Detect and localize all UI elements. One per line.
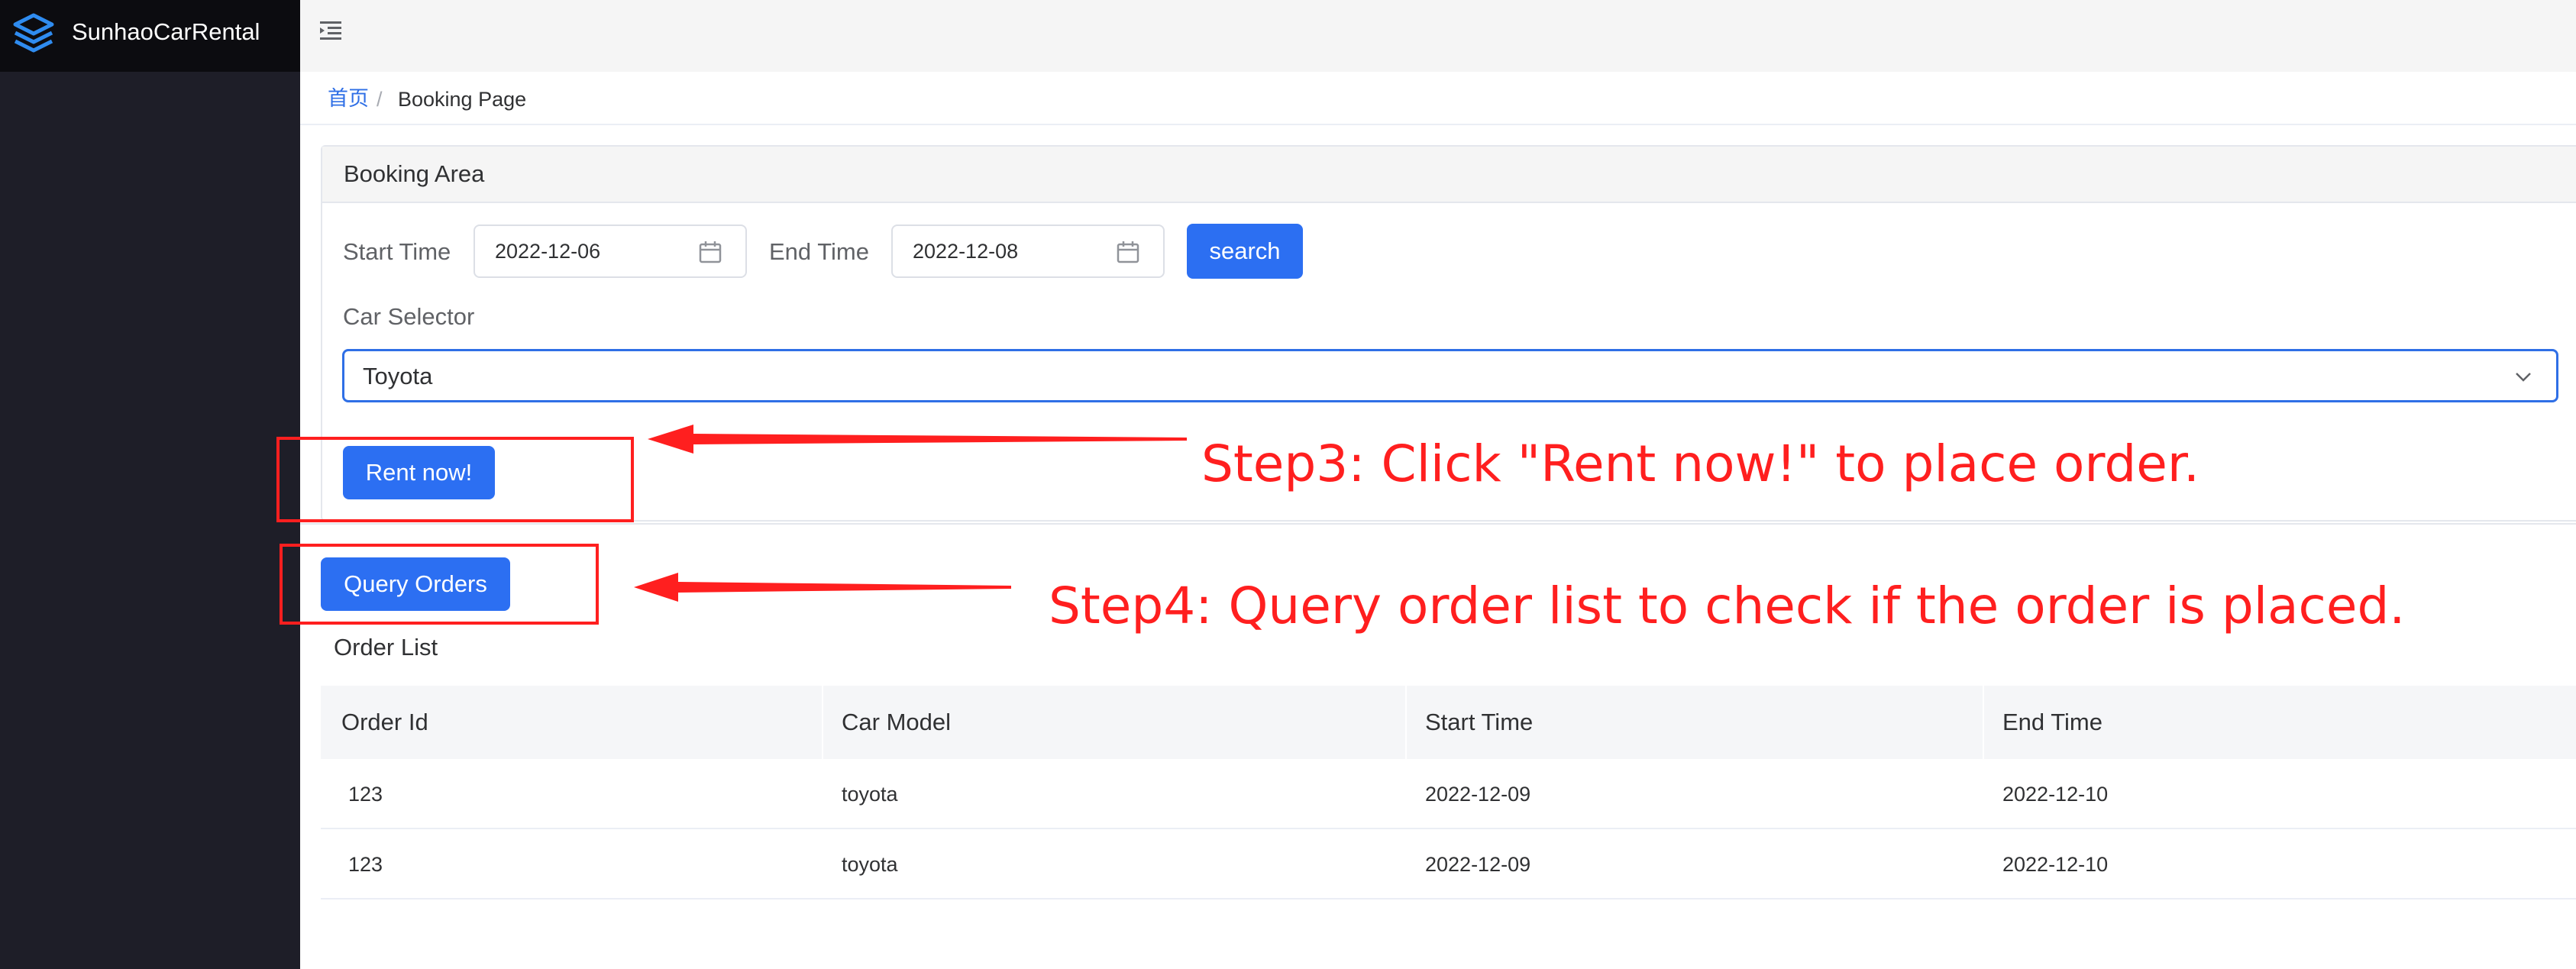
cell-car-model: toyota bbox=[842, 783, 898, 806]
end-time-picker[interactable]: 2022-12-08 bbox=[891, 224, 1165, 278]
booking-card-header: Booking Area bbox=[322, 147, 2576, 203]
start-time-value: 2022-12-06 bbox=[495, 240, 601, 263]
column-header-car-model: Car Model bbox=[842, 709, 951, 735]
breadcrumb-separator: / bbox=[377, 88, 383, 111]
cell-end-time: 2022-12-10 bbox=[2002, 783, 2109, 806]
column-divider bbox=[1405, 686, 1407, 759]
column-header-start-time: Start Time bbox=[1425, 709, 1534, 735]
cell-order-id: 123 bbox=[348, 783, 383, 806]
start-time-picker[interactable]: 2022-12-06 bbox=[474, 224, 747, 278]
layers-logo-icon bbox=[13, 13, 54, 53]
order-list-title: Order List bbox=[334, 634, 438, 661]
chevron-down-icon bbox=[2516, 373, 2531, 382]
cell-end-time: 2022-12-10 bbox=[2002, 853, 2109, 876]
breadcrumb: 首页 / Booking Page bbox=[300, 72, 2576, 125]
end-time-value: 2022-12-08 bbox=[913, 240, 1019, 263]
step3-arrow-icon bbox=[648, 425, 1187, 454]
car-selector-dropdown[interactable]: Toyota bbox=[342, 349, 2558, 402]
breadcrumb-current: Booking Page bbox=[398, 88, 527, 111]
column-header-end-time: End Time bbox=[2002, 709, 2102, 735]
step4-arrow-icon bbox=[634, 573, 1011, 602]
top-header bbox=[300, 0, 2576, 72]
step3-annotation: Step3: Click "Rent now!" to place order. bbox=[1201, 434, 2199, 493]
step4-highlight-box bbox=[280, 544, 599, 625]
brand-name: SunhaoCarRental bbox=[72, 18, 260, 45]
step3-highlight-box bbox=[276, 437, 634, 522]
car-selector-value: Toyota bbox=[363, 363, 433, 389]
section-divider bbox=[300, 523, 2576, 525]
column-header-order-id: Order Id bbox=[341, 709, 428, 735]
start-time-label: Start Time bbox=[343, 238, 451, 265]
cell-order-id: 123 bbox=[348, 853, 383, 876]
end-time-label: End Time bbox=[769, 238, 869, 265]
table-row: 123 toyota 2022-12-09 2022-12-10 bbox=[321, 829, 2576, 900]
cell-start-time: 2022-12-09 bbox=[1425, 853, 1531, 876]
calendar-icon bbox=[1117, 241, 1139, 263]
order-table-header: Order Id Car Model Start Time End Time bbox=[321, 686, 2576, 759]
booking-card-title: Booking Area bbox=[344, 160, 485, 187]
sidebar: SunhaoCarRental bbox=[0, 0, 300, 969]
cell-car-model: toyota bbox=[842, 853, 898, 876]
cell-start-time: 2022-12-09 bbox=[1425, 783, 1531, 806]
calendar-icon bbox=[699, 241, 722, 263]
breadcrumb-home-link[interactable]: 首页 bbox=[328, 86, 369, 113]
step4-annotation: Step4: Query order list to check if the … bbox=[1049, 577, 2406, 635]
column-divider bbox=[822, 686, 823, 759]
table-row: 123 toyota 2022-12-09 2022-12-10 bbox=[321, 759, 2576, 829]
column-divider bbox=[1983, 686, 1984, 759]
brand-bar: SunhaoCarRental bbox=[0, 0, 300, 72]
car-selector-label: Car Selector bbox=[343, 303, 475, 330]
menu-fold-icon[interactable] bbox=[317, 17, 344, 44]
search-button[interactable]: search bbox=[1187, 224, 1303, 279]
